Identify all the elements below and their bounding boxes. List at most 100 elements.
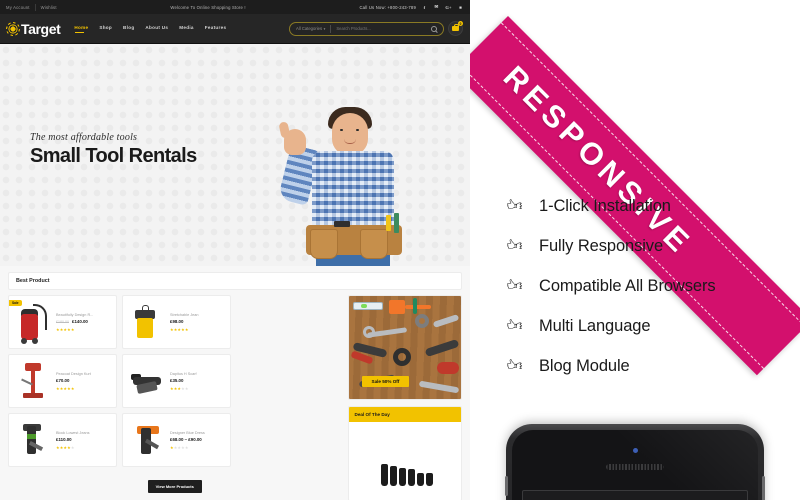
google-plus-icon[interactable]: G+	[445, 4, 452, 11]
screwdriver	[425, 473, 433, 486]
current-price: £70.00	[56, 378, 70, 383]
product-image-compressor	[129, 302, 165, 342]
current-price: £98.00	[170, 319, 184, 324]
tool-pouch	[360, 229, 388, 259]
site-header: Target Home Shop Blog About Us Media Fea…	[0, 14, 470, 44]
cart-count-badge: 0	[458, 21, 463, 26]
nav-item-home[interactable]: Home	[74, 25, 88, 33]
nav-item-blog[interactable]: Blog	[123, 25, 134, 33]
logo-text: Target	[21, 20, 61, 37]
screwdriver-set-image	[348, 422, 461, 500]
product-image-vacuum	[15, 302, 51, 344]
logo[interactable]: Target	[7, 20, 61, 37]
thumbs-up-icon: 👍︎	[506, 317, 523, 334]
feature-label: Blog Module	[539, 356, 630, 375]
old-price: £180.00	[56, 320, 69, 324]
search-area: All Categories ▾ Search Products... 0	[289, 21, 463, 36]
gear-logo-icon	[7, 22, 19, 35]
belt-tool	[386, 215, 391, 231]
cart-button[interactable]: 0	[448, 21, 463, 36]
product-info: Block Lowest Jeans £110.00 ★★★★★	[56, 431, 110, 450]
nav-item-features[interactable]: Features	[205, 25, 227, 33]
deal-of-the-day-card[interactable]: Deal Of The Day	[347, 406, 462, 500]
product-price: £110.00	[56, 437, 110, 442]
view-more-products-wrap: View More Products	[8, 475, 342, 493]
search-input[interactable]: Search Products...	[336, 26, 431, 31]
product-name: Peacoat Design Kurt	[56, 371, 91, 376]
rating-stars: ★★★★★	[170, 445, 189, 450]
screwdriver	[389, 466, 397, 486]
product-card[interactable]: Designer Blue Dress £68.00 – £90.00 ★★★★…	[122, 413, 231, 467]
promo-panel: RESPONSIVE 👍︎ 1-Click Installation 👍︎ Fu…	[470, 0, 800, 500]
screwdriver	[380, 464, 388, 486]
feature-label: Fully Responsive	[539, 236, 664, 255]
feature-item-1-click-installation: 👍︎ 1-Click Installation	[506, 186, 786, 226]
thumbs-up-icon: 👍︎	[506, 277, 523, 294]
product-info: Peacoat Design Kurt £70.00 ★★★★★	[56, 372, 110, 391]
product-image-orange-nailer	[129, 420, 165, 460]
rating-stars: ★★★★★	[170, 327, 189, 332]
category-select[interactable]: All Categories	[296, 26, 322, 31]
chevron-down-icon: ▾	[323, 26, 326, 31]
product-card[interactable]: Stretchable Jean £98.00 ★★★★★	[122, 295, 231, 349]
screwdriver	[416, 473, 424, 486]
wishlist-link[interactable]: Wishlist	[41, 5, 57, 10]
hero-title: Small Tool Rentals	[30, 145, 197, 167]
cart-icon	[452, 23, 460, 32]
product-card[interactable]: Dapitus H Scarf £35.00 ★★★★★	[122, 354, 231, 408]
product-card[interactable]: Block Lowest Jeans £110.00 ★★★★★	[8, 413, 117, 467]
product-name: Designer Blue Dress	[170, 430, 205, 435]
thumbs-up-icon: 👍︎	[506, 197, 523, 214]
nav-item-shop[interactable]: Shop	[99, 25, 112, 33]
product-price: £68.00 – £90.00	[170, 437, 224, 442]
side-column: Sale 50% Off Deal Of The Day	[347, 295, 462, 500]
product-price: £180.00 £140.00	[56, 319, 110, 324]
product-card[interactable]: Sale Beautifully Design R... £180.00 £14…	[8, 295, 117, 349]
current-price: £68.00 – £90.00	[170, 437, 202, 442]
worker-head	[332, 113, 368, 155]
search-icon[interactable]	[431, 25, 437, 32]
facebook-icon[interactable]: f	[421, 4, 428, 11]
feature-item-fully-responsive: 👍︎ Fully Responsive	[506, 226, 786, 266]
my-account-link[interactable]: My Account	[6, 5, 30, 10]
product-price: £70.00	[56, 378, 110, 383]
twitter-icon[interactable]: ✉	[433, 4, 440, 11]
phone-mockup: Call Us Now: +800-243-789	[505, 424, 765, 500]
product-grid-column: Sale Beautifully Design R... £180.00 £14…	[8, 295, 342, 500]
product-info: Stretchable Jean £98.00 ★★★★★	[170, 313, 224, 332]
product-image-drill-press	[15, 361, 51, 401]
worker-photo	[268, 99, 438, 266]
phone-body: Call Us Now: +800-243-789	[512, 430, 758, 500]
front-camera-icon	[632, 448, 638, 453]
rating-stars: ★★★★★	[56, 327, 75, 332]
product-price: £35.00	[170, 378, 224, 383]
screwdriver	[407, 469, 415, 486]
instagram-icon[interactable]: ■	[457, 4, 464, 11]
feature-label: Compatible All Browsers	[539, 276, 716, 295]
sale-promo-card[interactable]: Sale 50% Off	[347, 295, 462, 400]
view-more-products-button[interactable]: View More Products	[147, 480, 202, 493]
phone-power-button	[762, 476, 765, 500]
search-box[interactable]: All Categories ▾ Search Products...	[289, 21, 444, 36]
call-us-text: Call Us Now: +800-243-789	[359, 4, 416, 10]
topbar-links: My Account Wishlist	[6, 3, 57, 11]
current-price: £110.00	[56, 437, 72, 442]
tool-pouch	[310, 229, 338, 259]
product-name: Beautifully Design R...	[56, 312, 94, 317]
nav-item-media[interactable]: Media	[179, 25, 194, 33]
section-heading: Best Product	[8, 272, 462, 290]
rating-stars: ★★★★★	[56, 445, 75, 450]
hero-banner: The most affordable tools Small Tool Ren…	[0, 44, 470, 266]
belt-tool	[334, 221, 350, 227]
nav-item-about-us[interactable]: About Us	[145, 25, 168, 33]
feature-item-compatible-all-browsers: 👍︎ Compatible All Browsers	[506, 266, 786, 306]
product-card[interactable]: Peacoat Design Kurt £70.00 ★★★★★	[8, 354, 117, 408]
hero-copy: The most affordable tools Small Tool Ren…	[30, 132, 197, 168]
feature-item-multi-language: 👍︎ Multi Language	[506, 306, 786, 346]
content-row: Sale Beautifully Design R... £180.00 £14…	[8, 295, 462, 500]
website-preview: My Account Wishlist Welcome To Online Sh…	[0, 0, 470, 500]
product-info: Designer Blue Dress £68.00 – £90.00 ★★★★…	[170, 431, 224, 450]
topbar-right: Call Us Now: +800-243-789 f ✉ G+ ■	[359, 4, 464, 11]
divider	[34, 3, 36, 11]
divider	[330, 24, 332, 33]
